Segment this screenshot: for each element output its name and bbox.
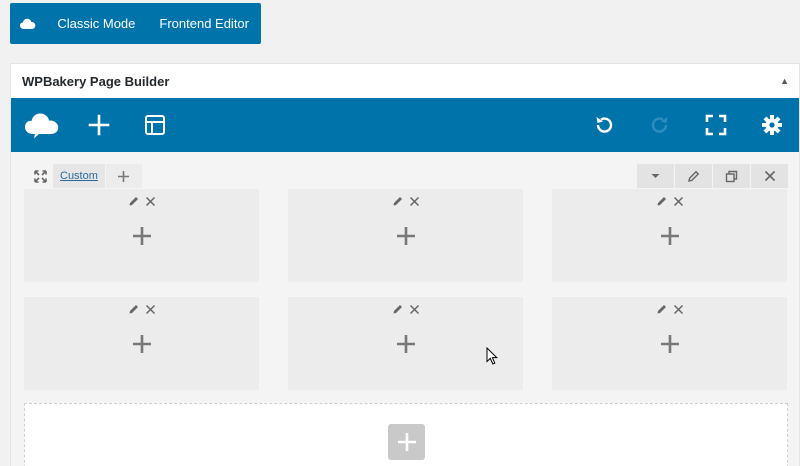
- column: [24, 189, 259, 282]
- add-column-icon[interactable]: [105, 164, 142, 188]
- column-controls: [24, 301, 259, 317]
- templates-button[interactable]: [135, 98, 175, 152]
- wpbakery-logo-icon: [10, 18, 45, 30]
- builder-toolbar: [11, 98, 799, 152]
- column-edit-pencil-icon[interactable]: [128, 193, 140, 209]
- row-move-icon[interactable]: [27, 164, 53, 188]
- column-edit-pencil-icon[interactable]: [656, 301, 668, 317]
- row-toggle-chevron-icon[interactable]: [637, 164, 674, 188]
- classic-mode-button[interactable]: Classic Mode: [45, 16, 147, 31]
- row-clone-icon[interactable]: [713, 164, 750, 188]
- page-builder-panel: WPBakery Page Builder ▲ Custom: [10, 63, 800, 466]
- row-controls-left: Custom: [27, 164, 142, 188]
- column-edit-pencil-icon[interactable]: [128, 301, 140, 317]
- panel-header: WPBakery Page Builder ▲: [11, 64, 799, 98]
- add-row-button[interactable]: [388, 424, 425, 460]
- column: [288, 297, 523, 390]
- column-edit-pencil-icon[interactable]: [392, 193, 404, 209]
- row-controls-right: [636, 164, 788, 188]
- column-controls: [552, 301, 787, 317]
- panel-title: WPBakery Page Builder: [22, 73, 170, 89]
- column-delete-close-icon[interactable]: [145, 301, 156, 317]
- column: [24, 297, 259, 390]
- add-element-button[interactable]: [79, 98, 119, 152]
- undo-button[interactable]: [584, 98, 624, 152]
- wpbakery-cloud-icon[interactable]: [22, 98, 62, 152]
- row-edit-pencil-icon[interactable]: [675, 164, 712, 188]
- redo-button[interactable]: [640, 98, 680, 152]
- frontend-editor-button[interactable]: Frontend Editor: [147, 16, 261, 31]
- mouse-cursor-icon: [486, 346, 499, 370]
- collapse-toggle-icon[interactable]: ▲: [780, 76, 789, 86]
- column-add-element-icon[interactable]: [393, 223, 419, 249]
- column-add-element-icon[interactable]: [657, 331, 683, 357]
- column-controls: [552, 193, 787, 209]
- add-row-dropzone: [24, 403, 788, 466]
- column-add-element-icon[interactable]: [129, 331, 155, 357]
- column-delete-close-icon[interactable]: [673, 301, 684, 317]
- column-controls: [288, 193, 523, 209]
- column-delete-close-icon[interactable]: [145, 193, 156, 209]
- column: [552, 297, 787, 390]
- column-controls: [24, 193, 259, 209]
- editor-mode-bar: Classic Mode Frontend Editor: [10, 3, 261, 44]
- column-add-element-icon[interactable]: [129, 223, 155, 249]
- column-delete-close-icon[interactable]: [673, 193, 684, 209]
- column-edit-pencil-icon[interactable]: [656, 193, 668, 209]
- column-delete-close-icon[interactable]: [409, 301, 420, 317]
- row-layout-tab[interactable]: Custom: [53, 164, 105, 188]
- builder-canvas: Custom: [11, 152, 799, 466]
- column-delete-close-icon[interactable]: [409, 193, 420, 209]
- fullscreen-button[interactable]: [696, 98, 736, 152]
- column: [288, 189, 523, 282]
- column-add-element-icon[interactable]: [393, 331, 419, 357]
- column-add-element-icon[interactable]: [657, 223, 683, 249]
- settings-gear-icon[interactable]: [752, 98, 792, 152]
- column-edit-pencil-icon[interactable]: [392, 301, 404, 317]
- column-controls: [288, 301, 523, 317]
- column: [552, 189, 787, 282]
- row-delete-close-icon[interactable]: [751, 164, 788, 188]
